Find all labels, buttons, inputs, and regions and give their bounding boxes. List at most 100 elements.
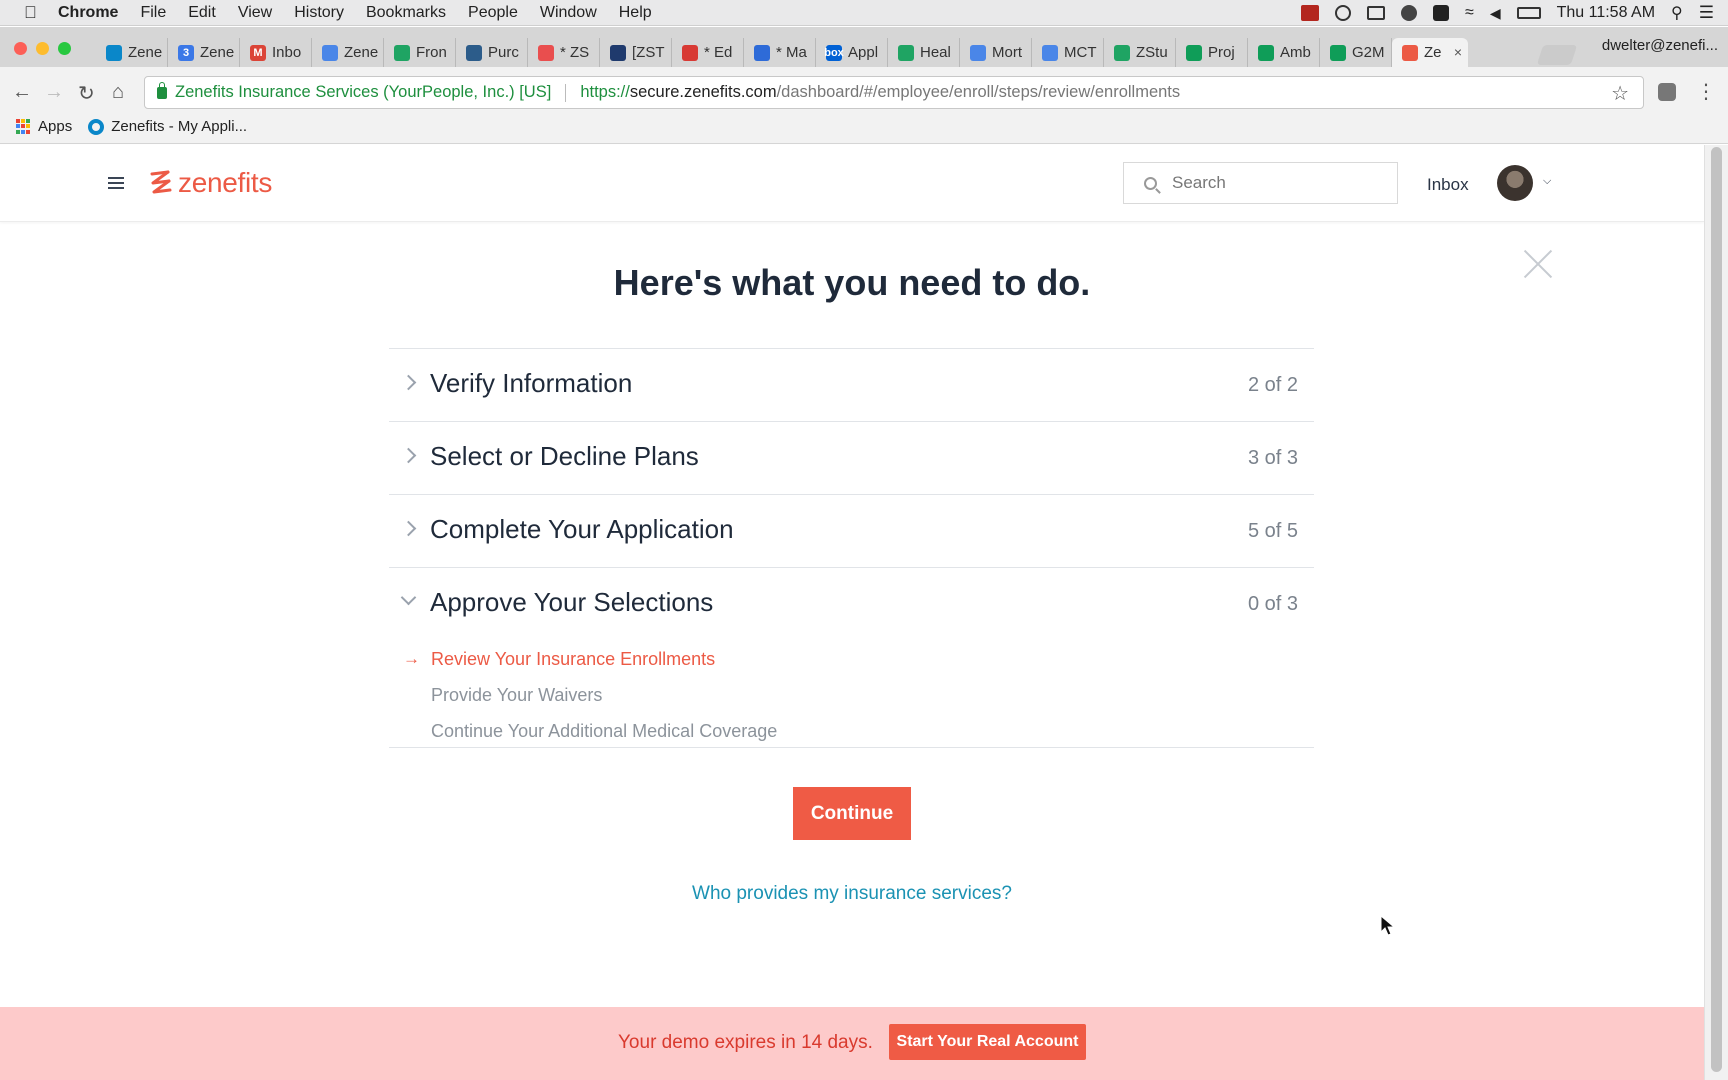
- step-verify-information[interactable]: Verify Information 2 of 2: [389, 348, 1314, 421]
- close-tab-icon[interactable]: ×: [1454, 44, 1462, 60]
- back-arrow-icon[interactable]: ←: [12, 81, 32, 104]
- menu-view[interactable]: View: [238, 4, 272, 22]
- substep-additional-medical-coverage: Continue Your Additional Medical Coverag…: [403, 713, 777, 749]
- bookmark-zenefits[interactable]: Zenefits - My Appli...: [88, 118, 247, 135]
- creative-cloud-icon[interactable]: [1335, 5, 1352, 21]
- substep-label: Continue Your Additional Medical Coverag…: [431, 720, 778, 741]
- reload-icon[interactable]: ↻: [78, 81, 95, 106]
- arrow-right-icon: →: [403, 649, 420, 668]
- tab-label: Purc: [488, 44, 519, 61]
- volume-icon[interactable]: ◀: [1490, 5, 1501, 22]
- substep-review-insurance-enrollments[interactable]: → Review Your Insurance Enrollments: [403, 641, 777, 677]
- menu-app-name[interactable]: Chrome: [58, 4, 118, 22]
- start-real-account-button[interactable]: Start Your Real Account: [889, 1024, 1086, 1060]
- browser-tab[interactable]: M Inbo: [240, 38, 312, 67]
- tab-favicon-icon: [1114, 44, 1130, 61]
- chevron-down-icon[interactable]: ⌵: [1543, 175, 1551, 188]
- insurance-provider-link-text[interactable]: Who provides my insurance services?: [692, 883, 1012, 904]
- app-header: zenefits Search Inbox ⌵: [0, 145, 1704, 222]
- battery-icon[interactable]: [1516, 7, 1541, 19]
- scrollbar-thumb[interactable]: [1711, 147, 1722, 1072]
- recording-icon[interactable]: [1301, 5, 1320, 21]
- browser-tab[interactable]: * ZS: [528, 38, 600, 67]
- zoom-window-button[interactable]: [58, 42, 71, 55]
- chevron-right-icon: [400, 520, 417, 537]
- tab-label: Appl: [848, 44, 879, 61]
- menu-window[interactable]: Window: [540, 4, 597, 22]
- tab-favicon-icon: [1330, 44, 1346, 61]
- browser-tab[interactable]: ZStu: [1104, 38, 1176, 67]
- browser-tab[interactable]: * Ed: [672, 38, 744, 67]
- url-path: /dashboard/#/employee/enroll/steps/revie…: [776, 83, 1181, 101]
- bookmarks-bar: Apps Zenefits - My Appli...: [0, 110, 1728, 144]
- tab-favicon-icon: [970, 44, 986, 61]
- logo-text: zenefits: [178, 167, 273, 198]
- inbox-link[interactable]: Inbox: [1427, 175, 1469, 195]
- tab-favicon-icon: [394, 44, 410, 61]
- browser-tab[interactable]: Zene: [312, 38, 384, 67]
- substep-label: Review Your Insurance Enrollments: [431, 648, 716, 669]
- search-placeholder: Search: [1172, 173, 1226, 192]
- security-icon[interactable]: [1433, 5, 1450, 21]
- close-window-button[interactable]: [14, 42, 27, 55]
- step-title: Verify Information: [430, 368, 633, 398]
- substep-label: Provide Your Waivers: [431, 684, 603, 705]
- browser-tab[interactable]: * Ma: [744, 38, 816, 67]
- browser-tab[interactable]: Amb: [1248, 38, 1320, 67]
- chrome-menu-icon[interactable]: ⋮: [1696, 79, 1716, 104]
- browser-tab[interactable]: Purc: [456, 38, 528, 67]
- step-select-or-decline-plans[interactable]: Select or Decline Plans 3 of 3: [389, 421, 1314, 494]
- avatar[interactable]: [1497, 165, 1533, 201]
- bookmark-apps[interactable]: Apps: [16, 118, 72, 135]
- menu-help[interactable]: Help: [619, 4, 652, 22]
- tab-label: Ze: [1424, 44, 1442, 61]
- menu-people[interactable]: People: [468, 4, 518, 22]
- menubar-clock[interactable]: Thu 11:58 AM: [1557, 4, 1655, 22]
- minimize-window-button[interactable]: [36, 42, 49, 55]
- browser-tab[interactable]: Fron: [384, 38, 456, 67]
- menu-bookmarks[interactable]: Bookmarks: [366, 4, 446, 22]
- zenefits-logo[interactable]: zenefits: [150, 167, 272, 199]
- tab-favicon-icon: [538, 44, 554, 61]
- macos-menu-bar:  Chrome File Edit View History Bookmark…: [0, 0, 1728, 26]
- apps-grid-icon: [16, 119, 31, 134]
- profile-button[interactable]: dwelter@zenefi...: [1602, 37, 1718, 54]
- forward-arrow-icon[interactable]: →: [44, 81, 64, 104]
- continue-button[interactable]: Continue: [793, 787, 911, 840]
- address-bar[interactable]: Zenefits Insurance Services (YourPeople,…: [144, 76, 1644, 109]
- home-icon[interactable]: ⌂: [112, 81, 124, 104]
- step-approve-your-selections[interactable]: Approve Your Selections 0 of 3 → Review …: [389, 567, 1314, 747]
- browser-tab[interactable]: [ZST: [600, 38, 672, 67]
- browser-tab[interactable]: MCT: [1032, 38, 1104, 67]
- window-icon[interactable]: [1367, 6, 1386, 20]
- tab-favicon-icon: [754, 44, 770, 61]
- browser-tab[interactable]: Proj: [1176, 38, 1248, 67]
- notification-center-icon[interactable]: ☰: [1699, 3, 1714, 23]
- search-input[interactable]: Search: [1123, 162, 1398, 204]
- bookmark-star-icon[interactable]: ☆: [1611, 81, 1629, 106]
- spotlight-search-icon[interactable]: ⚲: [1671, 3, 1683, 23]
- vpn-icon[interactable]: [1401, 5, 1418, 21]
- apple-menu-icon[interactable]: : [24, 3, 44, 23]
- menu-edit[interactable]: Edit: [188, 4, 216, 22]
- tab-favicon-icon: [1258, 44, 1274, 61]
- url-scheme: https://: [580, 83, 630, 101]
- substep-provide-waivers: Provide Your Waivers: [403, 677, 777, 713]
- extension-icon[interactable]: [1658, 83, 1676, 101]
- certificate-name: Zenefits Insurance Services (YourPeople,…: [175, 83, 552, 101]
- browser-tab[interactable]: Heal: [888, 38, 960, 67]
- new-tab-button[interactable]: [1536, 45, 1578, 65]
- browser-tab[interactable]: Zene: [96, 38, 168, 67]
- menu-file[interactable]: File: [140, 4, 166, 22]
- menu-history[interactable]: History: [294, 4, 344, 22]
- wifi-icon[interactable]: ≈: [1465, 4, 1474, 22]
- browser-tab[interactable]: box Appl: [816, 38, 888, 67]
- hamburger-menu-icon[interactable]: [108, 177, 124, 189]
- page-scrollbar[interactable]: [1704, 145, 1728, 1080]
- lock-icon[interactable]: [157, 81, 167, 99]
- browser-tab[interactable]: 3 Zene: [168, 38, 240, 67]
- browser-tab[interactable]: Ze ×: [1392, 38, 1468, 67]
- step-complete-your-application[interactable]: Complete Your Application 5 of 5: [389, 494, 1314, 567]
- browser-tab[interactable]: G2M: [1320, 38, 1392, 67]
- browser-tab[interactable]: Mort: [960, 38, 1032, 67]
